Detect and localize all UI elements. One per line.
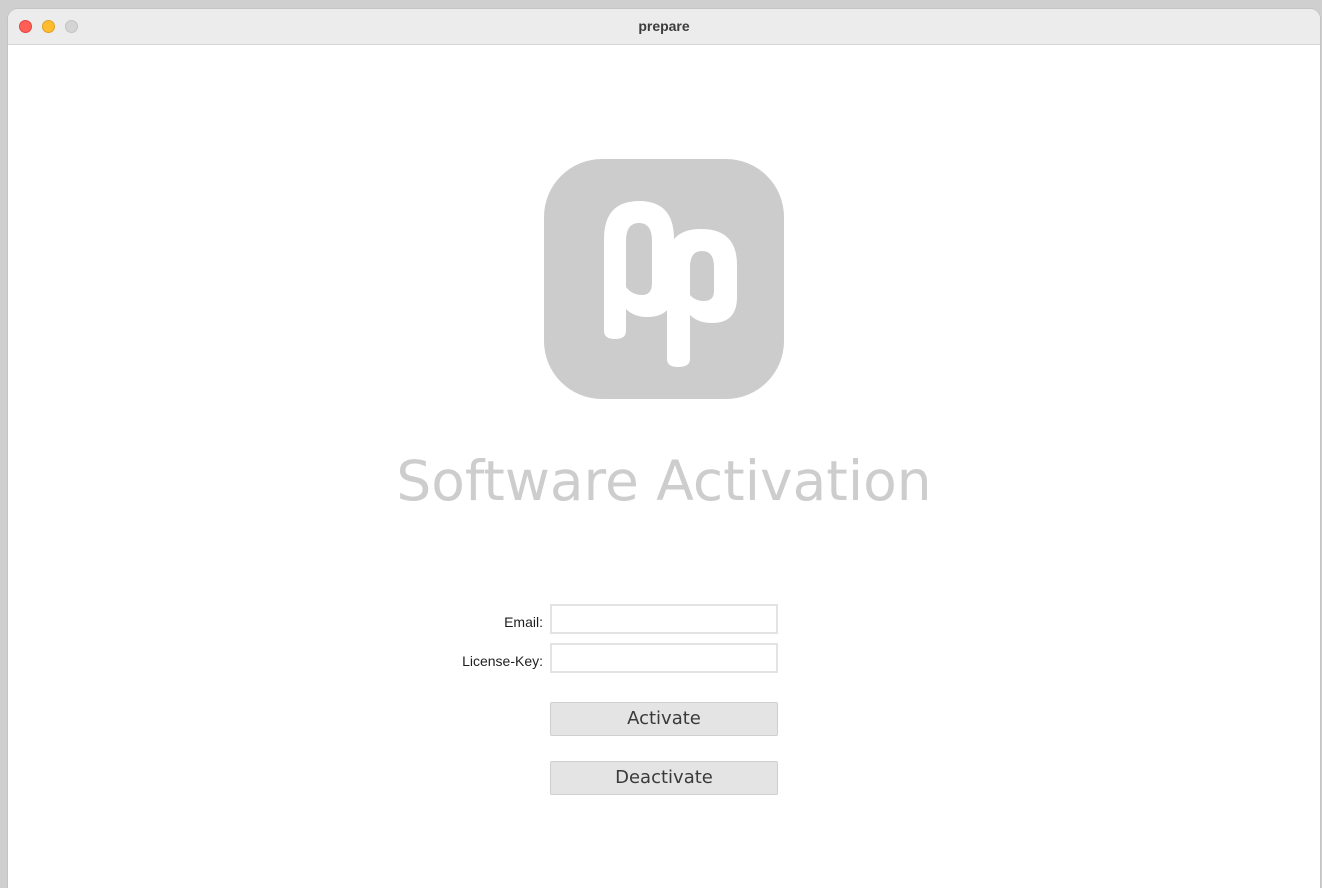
license-key-label: License-Key:	[462, 653, 543, 669]
license-key-field[interactable]	[550, 643, 778, 673]
email-field[interactable]	[550, 604, 778, 634]
activation-heading: Software Activation	[396, 449, 932, 513]
title-bar: prepare	[8, 9, 1320, 45]
app-window: prepare Software Activation Email: Licen…	[8, 9, 1320, 888]
window-title: prepare	[638, 18, 690, 34]
email-label: Email:	[504, 614, 543, 630]
app-logo-icon	[544, 159, 784, 399]
activate-button[interactable]: Activate	[550, 702, 778, 736]
deactivate-button[interactable]: Deactivate	[550, 761, 778, 795]
